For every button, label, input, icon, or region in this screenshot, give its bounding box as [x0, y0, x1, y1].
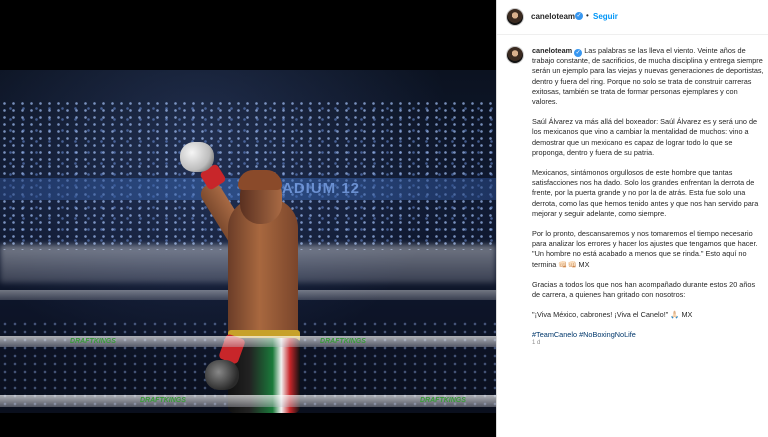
header-username[interactable]: caneloteam: [531, 12, 575, 21]
raised-glove: [180, 142, 214, 172]
caption-paragraph-4: Por lo pronto, descansaremos y nos tomar…: [532, 229, 758, 269]
post-header: caneloteam ✓ • Seguir: [497, 0, 768, 35]
verified-badge-icon: ✓: [575, 12, 583, 20]
hashtag-link[interactable]: #NoBoxingNoLife: [579, 330, 636, 339]
rope-brand-label: DRAFTKINGS: [140, 397, 186, 404]
rope-brand-label: DRAFTKINGS: [70, 338, 116, 345]
post-details-panel: caneloteam ✓ • Seguir caneloteam ✓ Las p…: [496, 0, 768, 437]
post-timestamp[interactable]: 1 d: [532, 340, 540, 346]
post-media-area: ADIUM 12 DRAFTKINGS DRAFTKINGS DRAFTKING…: [0, 0, 496, 437]
hashtag-link[interactable]: #TeamCanelo: [532, 330, 577, 339]
post-photo[interactable]: ADIUM 12 DRAFTKINGS DRAFTKINGS DRAFTKING…: [0, 70, 496, 413]
post-caption: caneloteam ✓ Las palabras se las lleva e…: [532, 46, 764, 351]
rope-brand-label: DRAFTKINGS: [320, 338, 366, 345]
lowered-glove: [205, 360, 239, 390]
caption-hashtags: #TeamCanelo #NoBoxingNoLife: [532, 330, 764, 340]
caption-username[interactable]: caneloteam: [532, 46, 572, 55]
caption-avatar[interactable]: [506, 46, 524, 64]
caption-paragraph-3: Mexicanos, sintámonos orgullosos de este…: [532, 168, 759, 218]
caption-paragraph-6: "¡Viva México, cabrones! ¡Viva el Canelo…: [532, 310, 693, 320]
caption-paragraph-2: Saúl Álvarez va más allá del boxeador: S…: [532, 117, 758, 157]
arena-banner-text: ADIUM 12: [282, 180, 361, 197]
fighter-hair: [238, 170, 282, 190]
rope-brand-label: DRAFTKINGS: [420, 397, 466, 404]
caption-paragraph-1: Las palabras se las lleva el viento. Vei…: [532, 46, 764, 107]
follow-button[interactable]: Seguir: [593, 12, 618, 21]
profile-avatar[interactable]: [506, 8, 524, 26]
caption-paragraph-5: Gracias a todos los que nos han acompaña…: [532, 279, 756, 300]
separator-dot: •: [586, 11, 589, 20]
